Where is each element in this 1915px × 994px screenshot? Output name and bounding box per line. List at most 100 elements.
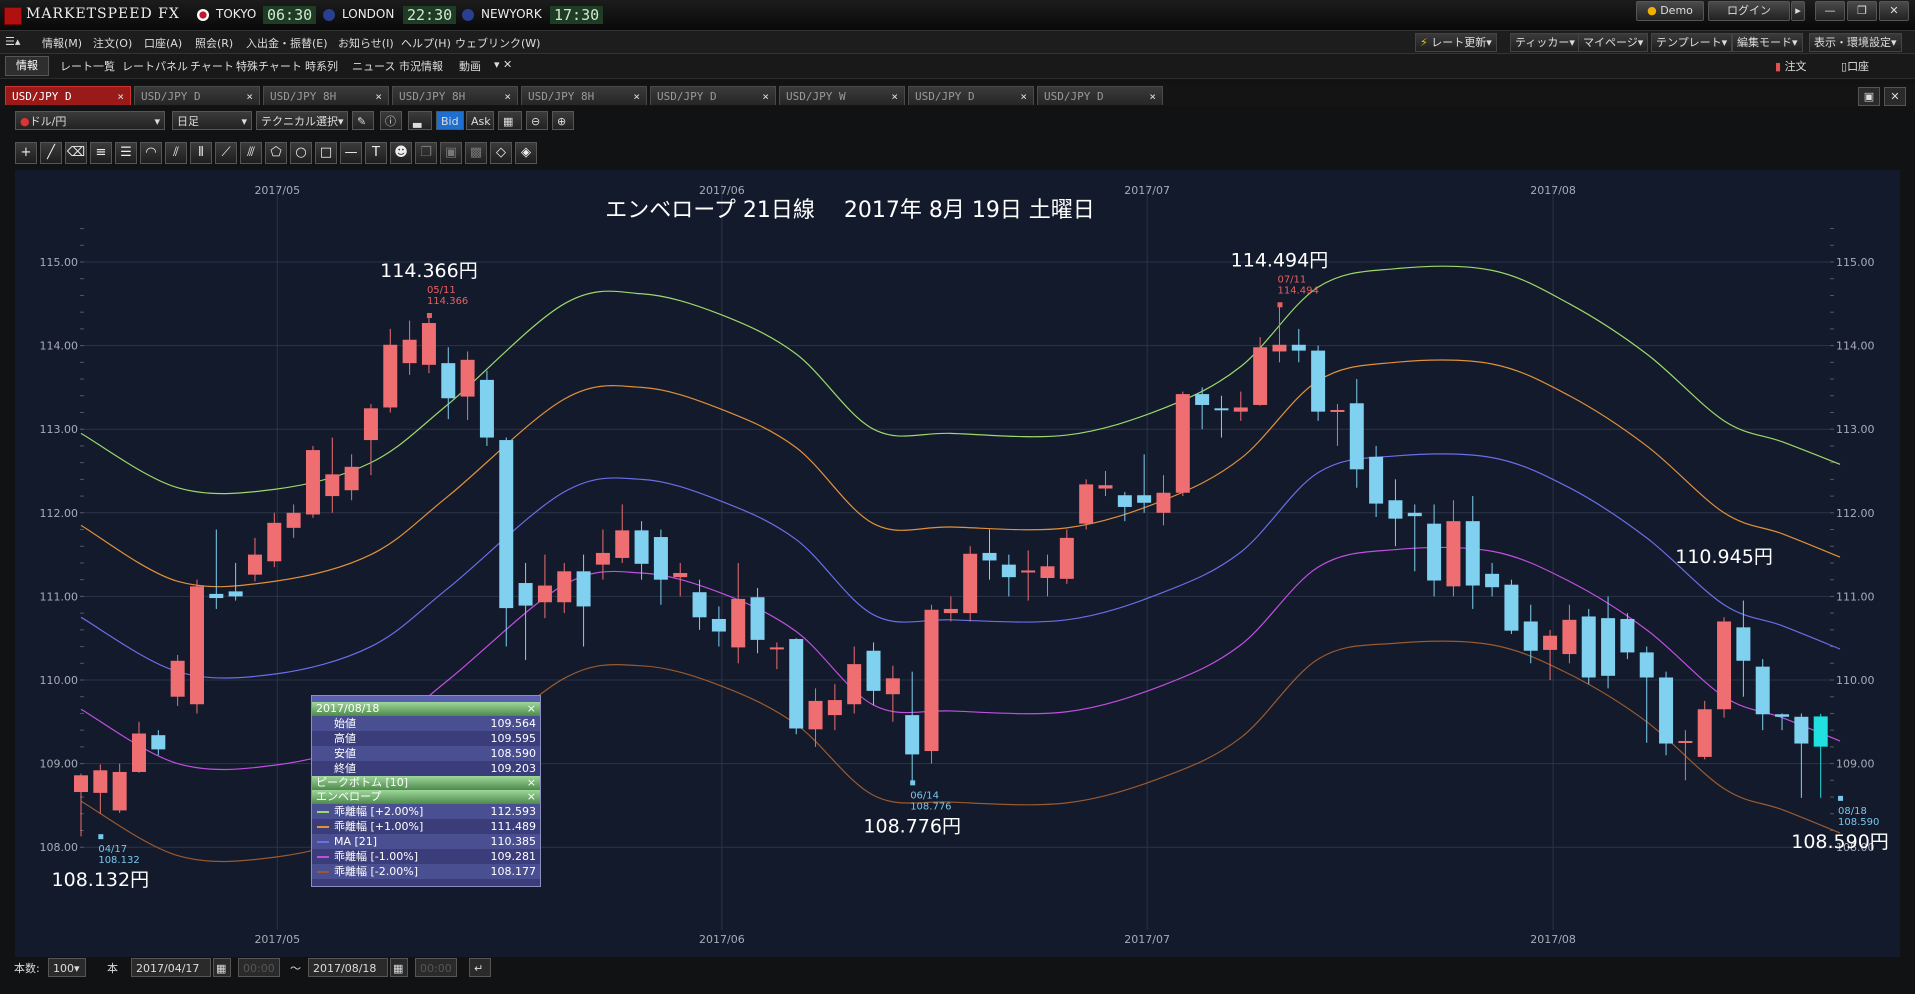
ohlc-label: 高値 <box>334 732 356 745</box>
candle-body <box>1446 521 1461 587</box>
y-tick-label: 109.00 <box>40 758 79 771</box>
envelope-row-value: 108.177 <box>490 865 537 878</box>
candle-body <box>1195 394 1210 405</box>
candle-body <box>1659 677 1674 744</box>
count-select[interactable]: 100▾ <box>48 958 86 977</box>
peak-value-label: 108.132 <box>98 855 139 866</box>
candle-body <box>1059 537 1074 579</box>
candle-body <box>1098 485 1113 489</box>
price-annotation: 108.590円 <box>1791 831 1889 853</box>
candle-body <box>866 650 881 691</box>
candle-body <box>421 323 436 365</box>
candle-body <box>267 522 282 562</box>
candle-body <box>537 585 552 603</box>
candle-body <box>750 597 765 640</box>
candle-body <box>711 618 726 632</box>
peak-value-label: 108.590 <box>1838 817 1879 828</box>
envelope-row-label: 乖離幅 [+2.00%] <box>334 805 424 818</box>
candle-body <box>286 512 301 528</box>
price-annotation: 108.132円 <box>52 869 150 891</box>
peak-date-label: 04/17 <box>98 844 127 855</box>
to-time-input[interactable]: 00:00 <box>415 958 457 977</box>
candle-body <box>1175 394 1190 493</box>
candle-body <box>1523 621 1538 651</box>
candle-body <box>1330 409 1345 412</box>
ohlc-info-popup[interactable]: 2017/08/18 × 始値 109.564 高値 109.595 安値 108.59… <box>311 695 541 887</box>
candle-body <box>1465 521 1480 586</box>
candle-body <box>1021 570 1036 573</box>
envelope-row-value: 110.385 <box>490 835 537 848</box>
candle-body <box>74 775 88 793</box>
y-tick-label-right: 110.00 <box>1836 674 1875 687</box>
candle-body <box>1156 492 1171 513</box>
envelope-row-label: 乖離幅 [-2.00%] <box>334 865 418 878</box>
popup-close-icon[interactable]: × <box>527 702 536 716</box>
candle-body <box>1639 652 1654 678</box>
candle-body <box>305 450 320 515</box>
envelope-row: 乖離幅 [-2.00%] 108.177 <box>312 864 540 879</box>
candle-body <box>1427 523 1442 581</box>
peak-date-label: 05/11 <box>427 285 456 296</box>
envelope-close-icon[interactable]: × <box>527 790 536 804</box>
candle-body <box>827 700 842 716</box>
candle-body <box>93 770 108 793</box>
candle-body <box>1543 635 1558 650</box>
envelope-label: エンベロープ <box>316 790 382 803</box>
candle-body <box>479 379 494 438</box>
y-tick-label-right: 111.00 <box>1836 590 1875 603</box>
y-tick-label-right: 112.00 <box>1836 507 1875 520</box>
peak-value-label: 108.776 <box>910 801 951 812</box>
candle-body <box>1504 584 1519 631</box>
peak-date-label: 06/14 <box>910 790 939 801</box>
popup-date-header: 2017/08/18 × <box>312 702 540 716</box>
envelope-row-label: 乖離幅 [-1.00%] <box>334 850 418 863</box>
from-date-input[interactable]: 2017/04/17 <box>131 958 211 977</box>
ohlc-label: 終値 <box>334 762 356 775</box>
calendar-icon[interactable]: ▦ <box>390 958 408 977</box>
envelope-row: MA [21] 110.385 <box>312 834 540 849</box>
candle-body <box>808 700 823 730</box>
y-tick-label-right: 109.00 <box>1836 758 1875 771</box>
ohlc-value: 109.203 <box>490 762 537 775</box>
chart-title: エンベロープ 21日線 2017年 8月 19日 土曜日 <box>605 198 1095 223</box>
peak-date-label: 07/11 <box>1277 274 1306 285</box>
envelope-row: 乖離幅 [+1.00%] 111.489 <box>312 819 540 834</box>
ohlc-label: 安値 <box>334 747 356 760</box>
envelope-row-value: 112.593 <box>490 805 537 818</box>
candle-body <box>1601 618 1616 676</box>
candle-body <box>1291 344 1306 351</box>
from-time-input[interactable]: 00:00 <box>238 958 280 977</box>
peak-marker <box>1838 795 1844 801</box>
peak-value-label: 114.366 <box>427 296 468 307</box>
candle-body <box>1581 616 1596 678</box>
calendar-icon[interactable]: ▦ <box>213 958 231 977</box>
candle-body <box>402 339 417 364</box>
peak-close-icon[interactable]: × <box>527 776 536 790</box>
candle-body <box>383 344 398 408</box>
candle-body <box>1253 347 1268 405</box>
envelope-row: 乖離幅 [-1.00%] 109.281 <box>312 849 540 864</box>
ohlc-label: 始値 <box>334 717 356 730</box>
date-range-separator: ～ <box>290 962 301 975</box>
month-label-bottom: 2017/08 <box>1530 933 1576 946</box>
reset-arrow-icon[interactable]: ↵ <box>469 958 491 977</box>
candle-body <box>1620 618 1635 653</box>
candle-body <box>441 363 456 399</box>
y-tick-label: 112.00 <box>40 507 79 520</box>
ohlc-row: 高値 109.595 <box>312 731 540 746</box>
candle-body <box>1678 741 1693 744</box>
ohlc-value: 109.595 <box>490 732 537 745</box>
candlestick-chart: 108.00 108.00109.00 109.00110.00 110.00111.… <box>40 184 1889 946</box>
candle-body <box>557 571 572 603</box>
candle-body <box>499 440 514 609</box>
envelope-line <box>80 265 1841 495</box>
candle-body <box>731 598 746 648</box>
count-value: 100 <box>53 962 74 975</box>
month-label-bottom: 2017/05 <box>254 933 300 946</box>
to-date-input[interactable]: 2017/08/18 <box>308 958 388 977</box>
candle-body <box>1233 407 1248 412</box>
ohlc-row: 終値 109.203 <box>312 761 540 776</box>
candle-body <box>1407 512 1422 517</box>
month-label-bottom: 2017/06 <box>699 933 745 946</box>
legend-swatch <box>317 841 329 843</box>
